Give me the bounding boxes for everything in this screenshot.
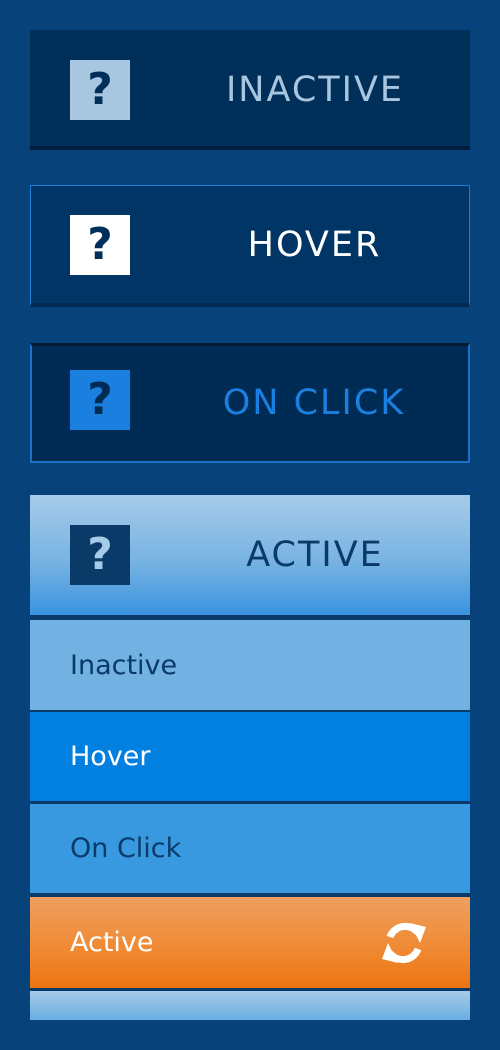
dropdown-menu: Inactive Hover On Click Active (30, 615, 470, 1020)
button-label: HOVER (247, 225, 382, 265)
button-label: ON CLICK (222, 383, 406, 423)
hover-state-button[interactable]: ? HOVER (30, 185, 470, 307)
active-state-button[interactable]: ? ACTIVE (30, 495, 470, 615)
menu-footer (30, 991, 470, 1020)
button-label: INACTIVE (225, 70, 405, 110)
ui-state-sheet: ? INACTIVE ? HOVER ? ON CLICK ? ACTIVE I… (0, 0, 500, 1050)
menu-item-active[interactable]: Active (30, 897, 470, 988)
on-click-state-button[interactable]: ? ON CLICK (30, 343, 470, 463)
inactive-state-button[interactable]: ? INACTIVE (30, 30, 470, 150)
menu-item-inactive[interactable]: Inactive (30, 620, 470, 710)
question-icon: ? (70, 525, 130, 585)
menu-item-label: On Click (70, 833, 182, 864)
question-icon: ? (70, 215, 130, 275)
menu-item-label: Inactive (70, 649, 178, 681)
menu-item-label: Hover (70, 741, 151, 772)
menu-item-on-click[interactable]: On Click (30, 804, 470, 893)
menu-item-hover[interactable]: Hover (30, 712, 470, 801)
refresh-icon[interactable] (376, 915, 432, 971)
menu-item-label: Active (70, 927, 154, 958)
question-icon: ? (70, 370, 130, 430)
question-icon: ? (70, 60, 130, 120)
button-label: ACTIVE (246, 535, 384, 575)
